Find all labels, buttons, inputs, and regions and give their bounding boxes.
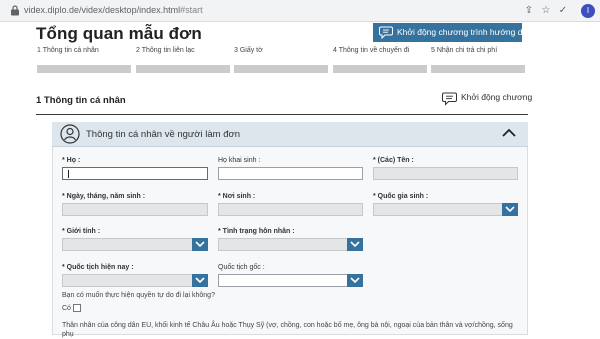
- page-title: Tổng quan mẫu đơn: [36, 24, 202, 43]
- birth-name-label: Họ khai sinh :: [218, 157, 261, 164]
- free-movement-yes-label: Có: [62, 305, 71, 312]
- current-nationality-label: * Quốc tịch hiện nay :: [62, 264, 134, 271]
- birthplace-label: * Nơi sinh :: [218, 193, 256, 200]
- step-bar-personal-info: [37, 65, 131, 73]
- chevron-down-icon: [350, 277, 360, 284]
- origin-nationality-label: Quốc tịch gốc :: [218, 264, 265, 271]
- free-movement-question: Bạn có muốn thực hiện quyền tự do đi lại…: [62, 292, 215, 299]
- start-guide-button[interactable]: Khởi động chương trình hướng dẫn: [373, 23, 532, 42]
- current-nationality-select[interactable]: [62, 274, 193, 287]
- birth-country-dropdown-button[interactable]: [502, 203, 518, 216]
- panel-title: Thông tin cá nhân về người làm đơn: [86, 129, 241, 140]
- chevron-down-icon: [195, 277, 205, 284]
- free-movement-yes-checkbox[interactable]: [73, 304, 81, 312]
- text-caret: [68, 170, 69, 178]
- step-bar-cost-coverage: [431, 65, 525, 73]
- given-names-input[interactable]: [373, 167, 518, 180]
- section-title: 1 Thông tin cá nhân: [36, 95, 126, 106]
- extension-check-icon[interactable]: ✓: [556, 4, 570, 18]
- birth-name-input[interactable]: [218, 167, 363, 180]
- surname-input[interactable]: [62, 167, 208, 180]
- chevron-down-icon: [505, 206, 515, 213]
- profile-avatar[interactable]: I: [581, 4, 595, 18]
- url-text[interactable]: videx.diplo.de/videx/desktop/index.html#…: [24, 5, 203, 15]
- birthplace-input[interactable]: [218, 203, 363, 216]
- speech-bubble-icon: [442, 92, 457, 106]
- step-personal-info[interactable]: 1 Thông tin cá nhân: [37, 47, 99, 54]
- marital-status-label: * Tình trạng hôn nhân :: [218, 228, 295, 235]
- step-documents[interactable]: 3 Giấy tờ: [234, 47, 263, 54]
- bookmark-star-icon[interactable]: ☆: [539, 4, 553, 18]
- share-icon[interactable]: ⇪: [522, 4, 536, 18]
- speech-bubble-icon: [379, 26, 393, 39]
- step-contact-info[interactable]: 2 Thông tin liên lạc: [136, 47, 195, 54]
- browser-address-bar[interactable]: videx.diplo.de/videx/desktop/index.html#…: [0, 0, 600, 22]
- person-icon: [60, 124, 80, 144]
- gender-select[interactable]: [62, 238, 193, 251]
- start-guide-label: Khởi động chương trình hướng dẫn: [397, 27, 532, 37]
- origin-nationality-select[interactable]: [218, 274, 348, 287]
- marital-status-dropdown-button[interactable]: [347, 238, 363, 251]
- step-bar-documents: [234, 65, 328, 73]
- step-cost-coverage[interactable]: 5 Nhận chi trả chi phí: [431, 47, 497, 54]
- section-guide-label: Khởi động chương: [461, 92, 533, 102]
- chevron-down-icon: [195, 241, 205, 248]
- birth-country-label: * Quốc gia sinh :: [373, 193, 429, 200]
- current-nationality-dropdown-button[interactable]: [192, 274, 208, 287]
- eu-family-info-text: Thân nhân của công dân EU, khối kinh tế …: [62, 322, 513, 338]
- gender-dropdown-button[interactable]: [192, 238, 208, 251]
- surname-label: * Họ :: [62, 157, 81, 164]
- dob-label: * Ngày, tháng, năm sinh :: [62, 193, 146, 200]
- birth-country-select[interactable]: [373, 203, 503, 216]
- section-guide-link[interactable]: Khởi động chương: [442, 92, 533, 106]
- dob-input[interactable]: [62, 203, 208, 216]
- marital-status-select[interactable]: [218, 238, 348, 251]
- step-bar-contact-info: [136, 65, 230, 73]
- section-divider: [36, 114, 528, 115]
- step-bar-trip-info: [333, 65, 427, 73]
- chevron-down-icon: [350, 241, 360, 248]
- gender-label: * Giới tính :: [62, 228, 101, 235]
- step-trip-info[interactable]: 4 Thông tin về chuyến đi: [333, 47, 409, 54]
- panel-header[interactable]: Thông tin cá nhân về người làm đơn: [52, 122, 528, 147]
- chevron-up-icon[interactable]: [501, 127, 517, 139]
- lock-icon: [11, 5, 19, 16]
- origin-nationality-dropdown-button[interactable]: [347, 274, 363, 287]
- given-names-label: * (Các) Tên :: [373, 157, 414, 164]
